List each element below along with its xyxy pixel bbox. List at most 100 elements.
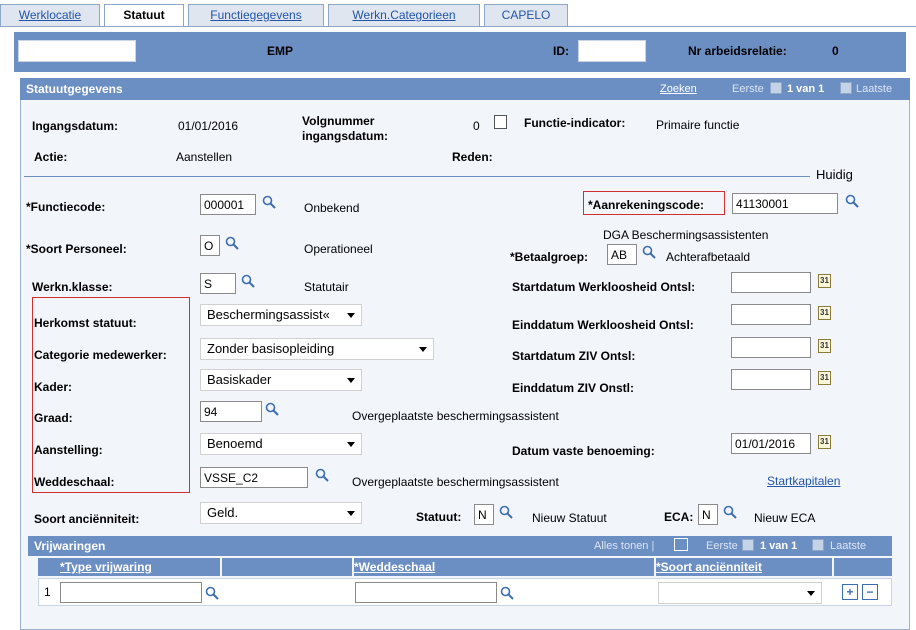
- calendar-icon[interactable]: 31: [818, 274, 831, 288]
- show-all-link[interactable]: Alles tonen |: [594, 540, 654, 552]
- categorie-label: Categorie medewerker:: [34, 348, 167, 362]
- grid-view-icon[interactable]: [674, 538, 688, 551]
- vaste-benoeming-label: Datum vaste benoeming:: [512, 444, 655, 458]
- eind-ziv-input[interactable]: [731, 369, 811, 390]
- eind-ziv-label: Einddatum ZIV Onstl:: [512, 381, 634, 395]
- tab-capelo[interactable]: CAPELO: [484, 4, 568, 26]
- search-icon[interactable]: [265, 402, 279, 416]
- aanstelling-select[interactable]: Benoemd: [200, 433, 362, 455]
- calendar-icon[interactable]: 31: [818, 371, 831, 385]
- search-icon[interactable]: [205, 586, 219, 600]
- search-icon[interactable]: [723, 505, 737, 519]
- grid-header: Vrijwaringen Alles tonen | Eerste 1 van …: [28, 536, 892, 556]
- functiecode-desc: Onbekend: [304, 201, 360, 215]
- remove-row-button[interactable]: −: [862, 584, 878, 600]
- find-link[interactable]: Zoeken: [660, 83, 697, 95]
- search-icon[interactable]: [262, 195, 276, 209]
- panel-title: Statuutgegevens: [26, 82, 123, 96]
- aanrekeningscode-input[interactable]: [732, 193, 838, 214]
- soort-ancien-select[interactable]: Geld.: [200, 502, 362, 524]
- aanrekeningscode-label: *Aanrekeningscode:: [588, 198, 705, 212]
- relation-value: 0: [832, 44, 839, 58]
- first-arrow-icon[interactable]: [770, 82, 782, 94]
- tab-functiegegevens[interactable]: Functiegegevens: [188, 4, 324, 26]
- col-type-vrijwaring[interactable]: *Type vrijwaring: [38, 558, 220, 576]
- search-icon[interactable]: [241, 274, 255, 288]
- betaalgroep-input[interactable]: [607, 244, 637, 265]
- type-vrijwaring-input[interactable]: [60, 582, 202, 603]
- search-icon[interactable]: [315, 468, 329, 482]
- last-label: Laatste: [856, 83, 893, 95]
- col-soort-ancien[interactable]: *Soort anciënniteit: [656, 558, 832, 576]
- categorie-select[interactable]: Zonder basisopleiding: [200, 338, 434, 360]
- ingangsdatum-label: Ingangsdatum:: [32, 119, 118, 133]
- id-label: ID:: [553, 44, 569, 58]
- calendar-icon[interactable]: 31: [818, 339, 831, 353]
- betaalgroep-label: *Betaalgroep:: [510, 250, 589, 264]
- first-arrow-icon[interactable]: [742, 539, 754, 551]
- volgnummer-label: Volgnummer: [302, 114, 375, 128]
- weddeschaal-row-input[interactable]: [355, 582, 497, 603]
- next-arrow-icon[interactable]: [840, 82, 852, 94]
- chevron-down-icon: [807, 591, 815, 596]
- actie-value: Aanstellen: [176, 150, 233, 164]
- weddeschaal-input[interactable]: [200, 467, 308, 488]
- statuut-input[interactable]: [474, 504, 494, 525]
- herkomst-select[interactable]: Beschermingsassist«: [200, 304, 362, 326]
- werkn-klasse-input[interactable]: [200, 273, 236, 294]
- search-icon[interactable]: [225, 236, 239, 250]
- soort-personeel-desc: Operationeel: [304, 242, 373, 256]
- grid-count: 1 van 1: [760, 540, 798, 552]
- col-weddeschaal[interactable]: *Weddeschaal: [354, 558, 654, 576]
- kader-label: Kader:: [34, 380, 73, 394]
- eind-werkloosheid-input[interactable]: [731, 304, 811, 325]
- aanstelling-label: Aanstelling:: [34, 443, 103, 457]
- record-count: 1 van 1: [787, 83, 825, 95]
- werkn-klasse-desc: Statutair: [304, 280, 349, 294]
- vaste-benoeming-input[interactable]: [731, 433, 811, 454]
- tab-statuut[interactable]: Statuut: [104, 4, 184, 27]
- start-werkloosheid-input[interactable]: [731, 272, 811, 293]
- next-arrow-icon[interactable]: [812, 539, 824, 551]
- search-icon[interactable]: [642, 245, 656, 259]
- chevron-down-icon: [347, 313, 355, 318]
- graad-input[interactable]: [200, 401, 262, 422]
- relation-label: Nr arbeidsrelatie:: [688, 44, 787, 58]
- grid-title: Vrijwaringen: [34, 539, 106, 553]
- start-ziv-input[interactable]: [731, 337, 811, 358]
- add-row-button[interactable]: +: [842, 584, 858, 600]
- ingangsdatum-value: 01/01/2016: [178, 119, 239, 133]
- functie-indicator-label: Functie-indicator:: [524, 116, 626, 130]
- search-icon[interactable]: [845, 194, 859, 208]
- categorie-selected: Zonder basisopleiding: [207, 341, 335, 356]
- calendar-icon[interactable]: 31: [818, 435, 831, 449]
- kader-select[interactable]: Basiskader: [200, 369, 362, 391]
- functiecode-label: *Functiecode:: [26, 200, 106, 214]
- functie-indicator-value: Primaire functie: [656, 118, 740, 132]
- soort-ancien-row-select[interactable]: [658, 582, 822, 604]
- tab-werklocatie[interactable]: Werklocatie: [0, 4, 100, 26]
- actie-label: Actie:: [34, 150, 68, 164]
- employee-role: EMP: [267, 44, 294, 58]
- eca-label: ECA:: [664, 510, 694, 524]
- eca-input[interactable]: [698, 504, 718, 525]
- chevron-down-icon: [347, 511, 355, 516]
- statuut-label: Statuut:: [416, 510, 462, 524]
- calendar-icon[interactable]: 31: [818, 306, 831, 320]
- werkn-klasse-label: Werkn.klasse:: [32, 280, 113, 294]
- search-icon[interactable]: [499, 505, 513, 519]
- search-icon[interactable]: [500, 586, 514, 600]
- row-number: 1: [44, 585, 51, 599]
- betaalgroep-desc: Achterafbetaald: [666, 250, 751, 264]
- startkapitalen-link[interactable]: Startkapitalen: [767, 474, 840, 488]
- tab-werkn-categorieen[interactable]: Werkn.Categorieen: [328, 4, 480, 26]
- kader-selected: Basiskader: [207, 372, 272, 387]
- note-icon[interactable]: [494, 115, 507, 129]
- statuut-desc: Nieuw Statuut: [532, 511, 607, 525]
- eind-werkloosheid-label: Einddatum Werkloosheid Ontsl:: [512, 318, 694, 332]
- graad-desc: Overgeplaatste beschermingsassistent: [352, 409, 559, 423]
- soort-personeel-input[interactable]: [200, 235, 220, 256]
- chevron-down-icon: [347, 442, 355, 447]
- tab-baseline: [0, 26, 916, 27]
- functiecode-input[interactable]: [200, 194, 256, 215]
